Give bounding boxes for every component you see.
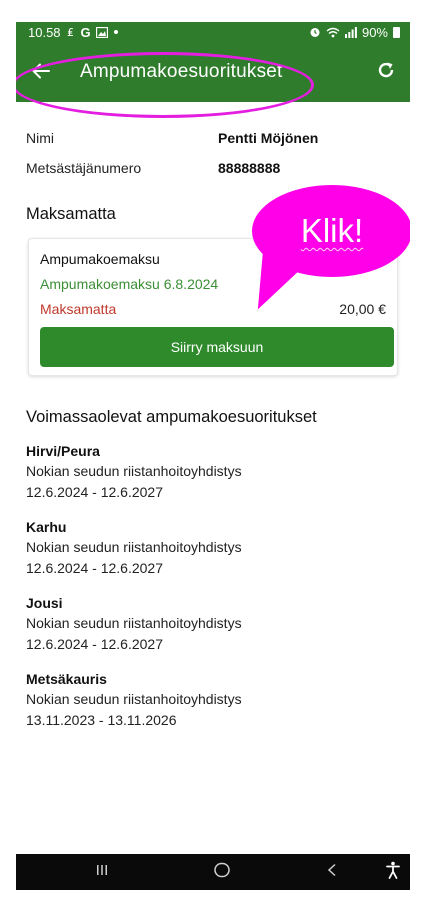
status-left: 10.58 ₤ G (28, 25, 119, 40)
result-organization: Nokian seudun riistanhoitoyhdistys (26, 615, 242, 631)
payment-status: Maksamatta (40, 301, 117, 317)
home-button[interactable] (202, 854, 242, 890)
hunter-number-label: Metsästäjänumero (26, 160, 142, 176)
result-organization: Nokian seudun riistanhoitoyhdistys (26, 691, 242, 707)
valid-section-title: Voimassaolevat ampumakoesuoritukset (26, 408, 317, 426)
app-bar: Ampumakoesuoritukset (16, 42, 410, 102)
go-to-payment-button[interactable]: Siirry maksuun (40, 327, 394, 367)
list-item: Metsäkauris Nokian seudun riistanhoitoyh… (26, 670, 396, 731)
svg-text:₤: ₤ (67, 26, 74, 38)
list-item: Karhu Nokian seudun riistanhoitoyhdistys… (26, 518, 396, 579)
accessibility-button[interactable] (378, 854, 408, 890)
recent-apps-icon (95, 863, 109, 882)
payment-title: Ampumakoemaksu (40, 251, 160, 267)
phone-screen: 10.58 ₤ G 90% Ampumakoesuoritukset Nimi … (16, 22, 410, 890)
list-item: Hirvi/Peura Nokian seudun riistanhoitoyh… (26, 442, 396, 503)
result-type: Jousi (26, 595, 63, 611)
name-row: Nimi Pentti Möjönen (26, 130, 318, 146)
hunter-number-value: 88888888 (218, 160, 281, 176)
name-value: Pentti Möjönen (218, 130, 319, 146)
battery-percent: 90% (361, 24, 388, 40)
result-validity: 13.11.2023 - 13.11.2026 (26, 712, 177, 728)
speech-bubble-text: Klik! (252, 212, 410, 250)
result-validity: 12.6.2024 - 12.6.2027 (26, 560, 164, 576)
gallery-icon (95, 26, 108, 38)
recent-apps-button[interactable] (82, 854, 122, 890)
name-label: Nimi (26, 130, 54, 146)
result-validity: 12.6.2024 - 12.6.2027 (26, 484, 164, 500)
wifi-icon (326, 27, 340, 38)
system-back-button[interactable] (312, 854, 352, 890)
status-bar: 10.58 ₤ G 90% (16, 22, 410, 42)
result-type: Karhu (26, 519, 67, 535)
home-icon (213, 862, 231, 883)
unpaid-section-title: Maksamatta (26, 205, 116, 223)
google-icon: G (80, 24, 91, 40)
payment-subtitle: Ampumakoemaksu 6.8.2024 (40, 276, 219, 292)
system-nav-bar (16, 854, 410, 890)
status-time: 10.58 (28, 24, 61, 40)
list-item: Jousi Nokian seudun riistanhoitoyhdistys… (26, 594, 396, 655)
refresh-icon (377, 61, 395, 84)
result-validity: 12.6.2024 - 12.6.2027 (26, 636, 164, 652)
status-right: 90% (309, 25, 400, 40)
bubble-label: Klik! (300, 212, 364, 249)
valid-results-list: Hirvi/Peura Nokian seudun riistanhoitoyh… (26, 442, 396, 746)
hunter-number-row: Metsästäjänumero 88888888 (26, 160, 280, 176)
accessibility-icon (385, 861, 401, 884)
alarm-icon (309, 26, 321, 38)
money-icon: ₤ (66, 26, 76, 38)
battery-icon (393, 26, 400, 38)
back-arrow-icon (32, 58, 50, 86)
page-title: Ampumakoesuoritukset (80, 61, 283, 82)
back-button[interactable] (16, 42, 66, 102)
payment-amount: 20,00 € (339, 301, 386, 317)
result-type: Metsäkauris (26, 671, 107, 687)
signal-icon (344, 26, 357, 38)
result-type: Hirvi/Peura (26, 443, 100, 459)
back-icon (326, 863, 338, 882)
refresh-button[interactable] (368, 54, 404, 90)
result-organization: Nokian seudun riistanhoitoyhdistys (26, 539, 242, 555)
dot-icon (113, 29, 119, 35)
result-organization: Nokian seudun riistanhoitoyhdistys (26, 463, 242, 479)
